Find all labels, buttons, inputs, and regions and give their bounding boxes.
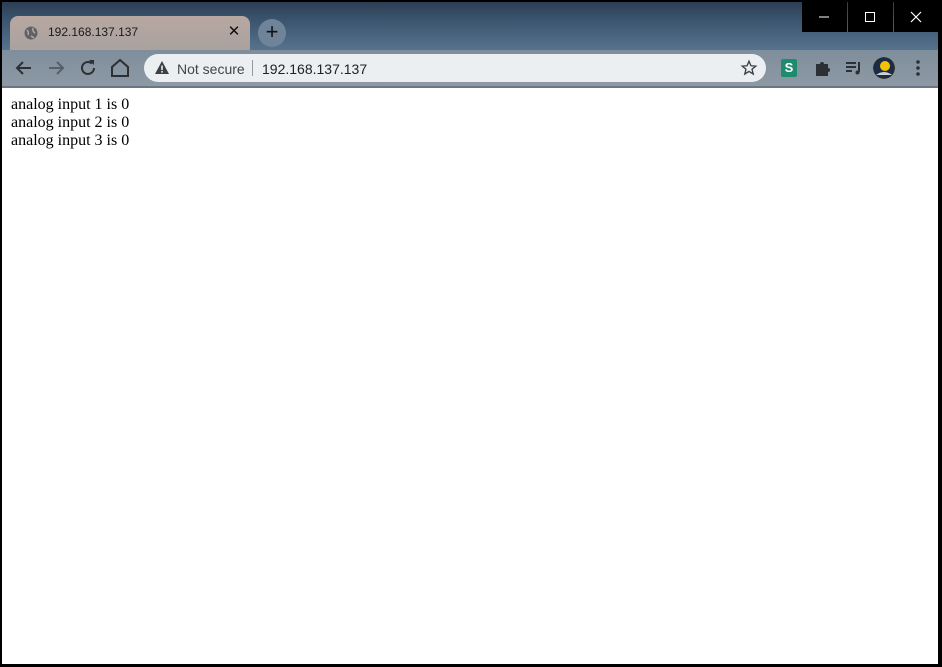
forward-arrow-icon[interactable] [44,56,68,80]
analog-input-2-text: analog input 2 is 0 [11,114,130,131]
tab-strip: 192.168.137.137 ✕ + [2,2,938,50]
extensions-puzzle-icon[interactable] [810,56,834,80]
avatar-image [873,57,895,79]
new-tab-button[interactable]: + [258,19,286,47]
security-status[interactable]: Not secure [177,61,245,77]
close-icon [910,11,922,23]
bookmark-star-icon[interactable] [740,59,758,77]
home-icon[interactable] [108,56,132,80]
tab-close-icon[interactable]: ✕ [226,24,242,40]
minimize-icon [819,16,829,18]
profile-avatar[interactable] [873,57,895,79]
close-window-button[interactable] [894,2,938,32]
s-extension-icon[interactable]: S [781,59,797,77]
globe-icon [24,26,38,40]
url-text[interactable]: 192.168.137.137 [262,61,367,77]
back-arrow-icon[interactable] [12,56,36,80]
analog-input-3-text: analog input 3 is 0 [11,132,130,149]
toolbar: Not secure 192.168.137.137 S [2,50,938,86]
page-content: analog input 1 is 0 analog input 2 is 0 … [2,86,938,664]
separator [252,60,253,76]
address-bar[interactable]: Not secure 192.168.137.137 [144,54,766,82]
minimize-button[interactable] [802,2,847,32]
tab-title: 192.168.137.137 [48,25,139,39]
browser-window: 192.168.137.137 ✕ + Not secure 192.168.1… [2,2,938,664]
reload-icon[interactable] [76,56,100,80]
maximize-icon [865,12,875,22]
warning-icon[interactable] [154,60,170,76]
maximize-button[interactable] [848,2,893,32]
menu-dots-icon[interactable] [906,56,930,80]
analog-input-1-text: analog input 1 is 0 [11,96,130,113]
media-control-icon[interactable] [842,56,866,80]
tab-active[interactable]: 192.168.137.137 ✕ [10,16,250,50]
